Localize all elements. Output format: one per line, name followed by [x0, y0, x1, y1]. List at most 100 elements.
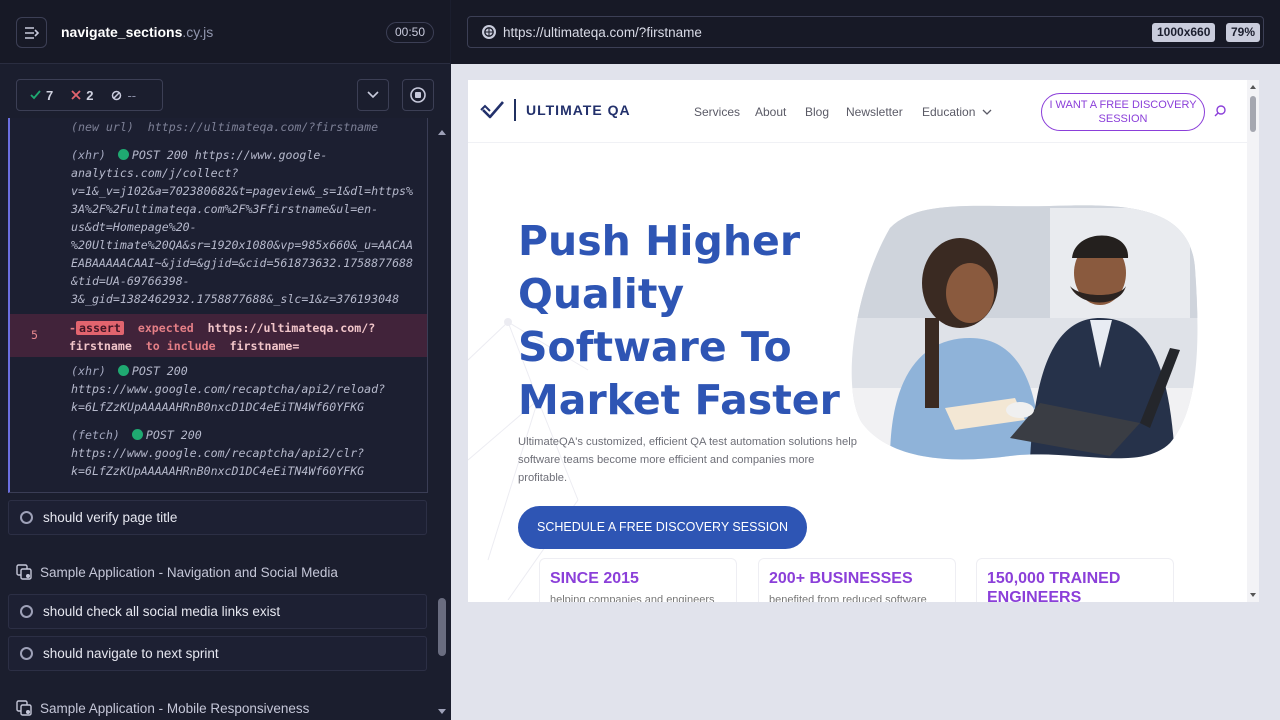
- spec-header: navigate_sections.cy.js 00:50: [0, 0, 450, 64]
- toggle-specs-button[interactable]: [16, 17, 47, 48]
- suite-mobile-responsiveness[interactable]: Sample Application - Mobile Responsivene…: [16, 700, 309, 717]
- discovery-session-button[interactable]: I WANT A FREE DISCOVERY SESSION: [1041, 93, 1205, 131]
- reporter-panel: navigate_sections.cy.js 00:50 7 2 -- (ne…: [0, 0, 450, 720]
- site-logo[interactable]: ULTIMATE QA: [480, 99, 631, 121]
- aut-iframe: ULTIMATE QA Services About Blog Newslett…: [468, 80, 1259, 602]
- site-scroll-thumb[interactable]: [1250, 96, 1256, 132]
- zoom-badge[interactable]: 79%: [1226, 23, 1261, 42]
- test-social-links[interactable]: should check all social media links exis…: [8, 594, 427, 629]
- test-next-sprint[interactable]: should navigate to next sprint: [8, 636, 427, 671]
- stat-card-engineers: 150,000 TRAINED ENGINEERS: [976, 558, 1174, 602]
- pending-circle-icon: [20, 605, 33, 618]
- stat-card-text: benefited from reduced software: [769, 594, 927, 602]
- chevron-down-icon: [367, 91, 379, 99]
- stat-card-text: helping companies and engineers: [550, 594, 715, 602]
- log-fetch-recaptcha-url: https://www.google.com/recaptcha/api2/cl…: [71, 446, 365, 478]
- spec-ext: .cy.js: [182, 24, 214, 40]
- assert-url-cont: firstname: [69, 339, 132, 353]
- stats-bar: 7 2 --: [0, 64, 450, 126]
- specs-list-icon: [24, 26, 39, 39]
- stop-button[interactable]: [402, 79, 434, 111]
- nav-education[interactable]: Education: [922, 105, 992, 119]
- assert-message: - assert expected https://ultimateqa.com/…: [69, 321, 376, 353]
- pending-circle-icon: [20, 511, 33, 524]
- logo-check-icon: [480, 101, 504, 119]
- stat-card-heading: SINCE 2015: [550, 570, 639, 587]
- stat-card-businesses: 200+ BUSINESSES benefited from reduced s…: [758, 558, 956, 602]
- globe-icon: [481, 24, 497, 40]
- status-dot-icon: [117, 365, 129, 376]
- scroll-up-icon: [438, 130, 446, 135]
- log-xhr-recaptcha[interactable]: (xhr) POST 200: [71, 362, 188, 380]
- log-xhr-analytics[interactable]: (xhr) POST 200 https://www.google-: [71, 146, 327, 164]
- viewport-size-badge[interactable]: 1000x660: [1152, 23, 1216, 42]
- scroll-down-icon: [1250, 593, 1256, 597]
- hero-title: Push Higher Quality Software To Market F…: [518, 217, 840, 424]
- search-icon[interactable]: [1214, 105, 1226, 117]
- expand-collapse-button[interactable]: [357, 79, 389, 111]
- log-kind: (xhr): [71, 148, 106, 162]
- assert-expected: expected: [137, 321, 194, 335]
- log-new-url: (new url) https://ultimateqa.com/?firstn…: [71, 120, 379, 134]
- pending-circle-icon: [20, 647, 33, 660]
- nav-newsletter[interactable]: Newsletter: [846, 105, 903, 119]
- site-header: ULTIMATE QA Services About Blog Newslett…: [468, 80, 1247, 143]
- nav-education-label: Education: [922, 105, 976, 119]
- check-icon: [30, 90, 41, 100]
- log-xhr-recaptcha-url: https://www.google.com/recaptcha/api2/re…: [71, 382, 386, 414]
- suite-title: Sample Application - Navigation and Soci…: [40, 565, 338, 580]
- suite-navigation-social[interactable]: Sample Application - Navigation and Soci…: [16, 564, 338, 581]
- url-bar[interactable]: https://ultimateqa.com/?firstname 1000x6…: [467, 16, 1264, 48]
- suite-icon: [16, 700, 33, 717]
- log-method: POST 200: [145, 428, 202, 442]
- reporter-scrollbar[interactable]: [436, 128, 448, 720]
- stat-card-heading: 200+ BUSINESSES: [769, 570, 913, 587]
- pending-icon: [112, 90, 122, 100]
- aut-header: https://ultimateqa.com/?firstname 1000x6…: [451, 0, 1280, 64]
- nav-services[interactable]: Services: [694, 105, 740, 119]
- scroll-up-icon: [1250, 85, 1256, 89]
- site-scrollbar[interactable]: [1247, 80, 1259, 602]
- stat-card-heading: 150,000 TRAINED ENGINEERS: [987, 570, 1121, 602]
- aut-panel: https://ultimateqa.com/?firstname 1000x6…: [451, 0, 1280, 720]
- scroll-down-icon: [438, 709, 446, 714]
- test-verify-page-title[interactable]: should verify page title: [8, 500, 427, 535]
- pending-stat: --: [111, 88, 136, 103]
- log-method: POST 200 https://www.google-: [131, 148, 328, 162]
- assert-include: to include: [145, 339, 216, 353]
- logo-text: ULTIMATE QA: [526, 102, 631, 118]
- log-method: POST 200: [131, 364, 188, 378]
- nav-blog[interactable]: Blog: [805, 105, 829, 119]
- suite-icon: [16, 564, 33, 581]
- failed-stat: 2: [71, 88, 93, 103]
- assert-badge: assert: [75, 321, 124, 335]
- status-dot-icon: [131, 429, 143, 440]
- log-xhr-analytics-url: analytics.com/j/collect? v=1&_v=j102&a=7…: [71, 166, 414, 306]
- hero-subtitle: UltimateQA's customized, efficient QA te…: [518, 436, 857, 484]
- assert-number: 5: [31, 328, 38, 342]
- hero-photo: [851, 205, 1198, 460]
- test-title: should check all social media links exis…: [43, 604, 281, 619]
- test-stats: 7 2 --: [16, 79, 163, 111]
- pending-count: --: [127, 87, 137, 103]
- chevron-down-icon: [982, 109, 992, 115]
- assert-url: https://ultimateqa.com/?: [207, 321, 376, 335]
- x-icon: [71, 90, 81, 100]
- schedule-session-button[interactable]: SCHEDULE A FREE DISCOVERY SESSION: [518, 506, 807, 549]
- failed-assert-row[interactable]: 5 - assert expected https://ultimateqa.co…: [10, 314, 427, 357]
- reporter-scroll-thumb[interactable]: [438, 598, 446, 656]
- url-text: https://ultimateqa.com/?firstname: [503, 24, 702, 40]
- log-fetch-recaptcha[interactable]: (fetch) POST 200: [71, 426, 202, 444]
- spec-title: navigate_sections.cy.js: [61, 24, 213, 40]
- run-timer: 00:50: [386, 22, 434, 43]
- log-kind: (xhr): [71, 364, 106, 378]
- nav-about[interactable]: About: [755, 105, 786, 119]
- passed-stat: 7: [30, 88, 53, 103]
- suite-title: Sample Application - Mobile Responsivene…: [40, 701, 310, 716]
- stat-card-since: SINCE 2015 helping companies and enginee…: [539, 558, 737, 602]
- logo-divider: [514, 99, 516, 121]
- spec-name: navigate_sections: [61, 24, 183, 40]
- log-kind: (fetch): [71, 428, 120, 442]
- command-log: (new url) https://ultimateqa.com/?firstn…: [8, 118, 428, 493]
- status-dot-icon: [117, 149, 129, 160]
